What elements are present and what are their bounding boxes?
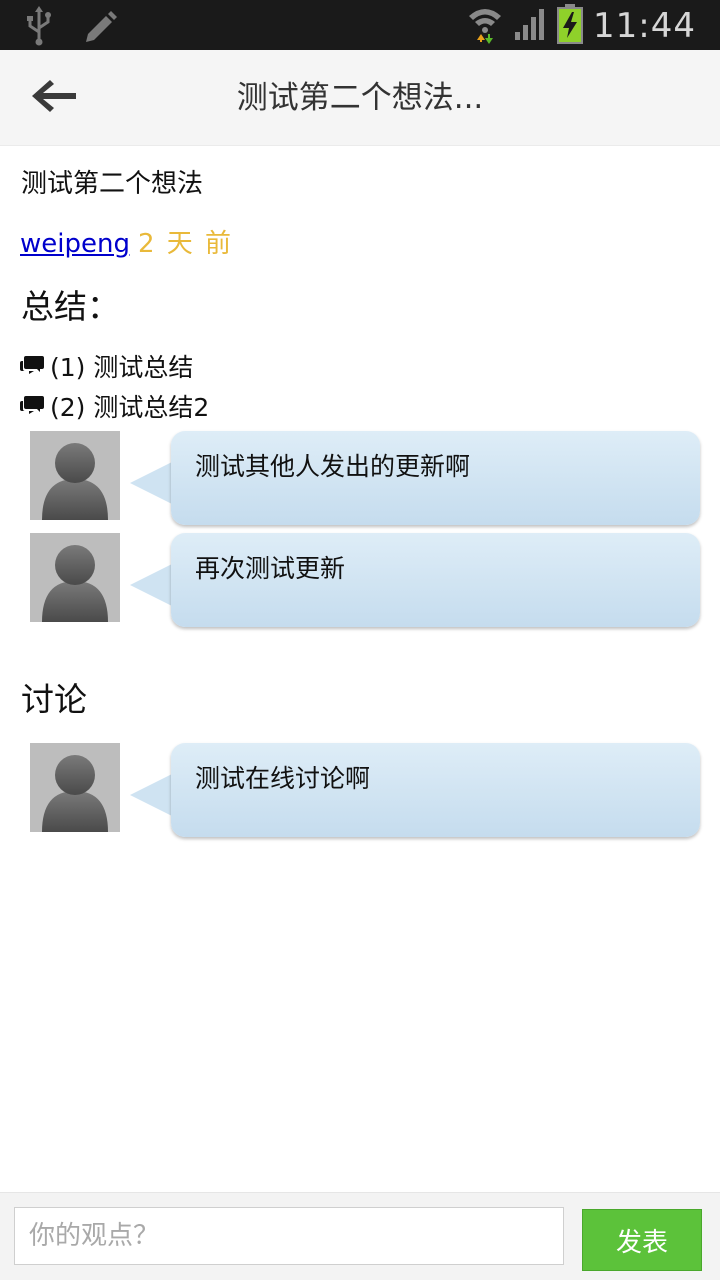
bubble-tail <box>130 461 174 505</box>
message-bubble: 再次测试更新 <box>171 533 700 627</box>
comments-icon <box>20 391 44 425</box>
time-ago: 2 天 前 <box>137 229 234 259</box>
status-left-icons <box>24 6 118 50</box>
comment-input[interactable] <box>14 1207 564 1265</box>
message-text: 再次测试更新 <box>195 554 346 583</box>
summary-item[interactable]: (2) 测试总结2 <box>20 391 209 425</box>
summary-heading: 总结： <box>21 287 120 326</box>
status-right-icons: 11:44 <box>467 4 696 48</box>
message-text: 测试在线讨论啊 <box>195 764 371 793</box>
signal-icon <box>513 6 547 46</box>
message-row: 测试在线讨论啊 <box>30 743 702 839</box>
bubble-tail <box>130 563 174 607</box>
comments-icon <box>20 351 44 385</box>
summary-item-label: (2) 测试总结2 <box>50 393 210 422</box>
avatar[interactable] <box>30 431 120 520</box>
comment-composer: 发表 <box>0 1192 720 1280</box>
idea-title: 测试第二个想法 <box>21 169 204 199</box>
message-row: 再次测试更新 <box>30 533 702 629</box>
avatar[interactable] <box>30 533 120 622</box>
wifi-icon <box>467 4 503 48</box>
clock: 11:44 <box>593 6 696 46</box>
author-link[interactable]: weipeng <box>20 229 130 259</box>
edit-icon <box>82 8 118 48</box>
status-bar: 11:44 <box>0 0 720 50</box>
message-row: 测试其他人发出的更新啊 <box>30 431 702 527</box>
message-bubble: 测试其他人发出的更新啊 <box>171 431 700 525</box>
avatar[interactable] <box>30 743 120 832</box>
idea-meta: weipeng 2 天 前 <box>20 226 233 262</box>
usb-icon <box>24 6 54 50</box>
post-button[interactable]: 发表 <box>582 1209 702 1271</box>
message-text: 测试其他人发出的更新啊 <box>195 452 471 481</box>
app-bar: 测试第二个想法... <box>0 50 720 146</box>
summary-item[interactable]: (1) 测试总结 <box>20 351 193 385</box>
discussion-heading: 讨论 <box>21 680 87 719</box>
bubble-tail <box>130 773 174 817</box>
summary-item-label: (1) 测试总结 <box>50 353 194 382</box>
message-bubble: 测试在线讨论啊 <box>171 743 700 837</box>
page-title: 测试第二个想法... <box>236 80 484 116</box>
battery-charging-icon <box>557 4 584 48</box>
